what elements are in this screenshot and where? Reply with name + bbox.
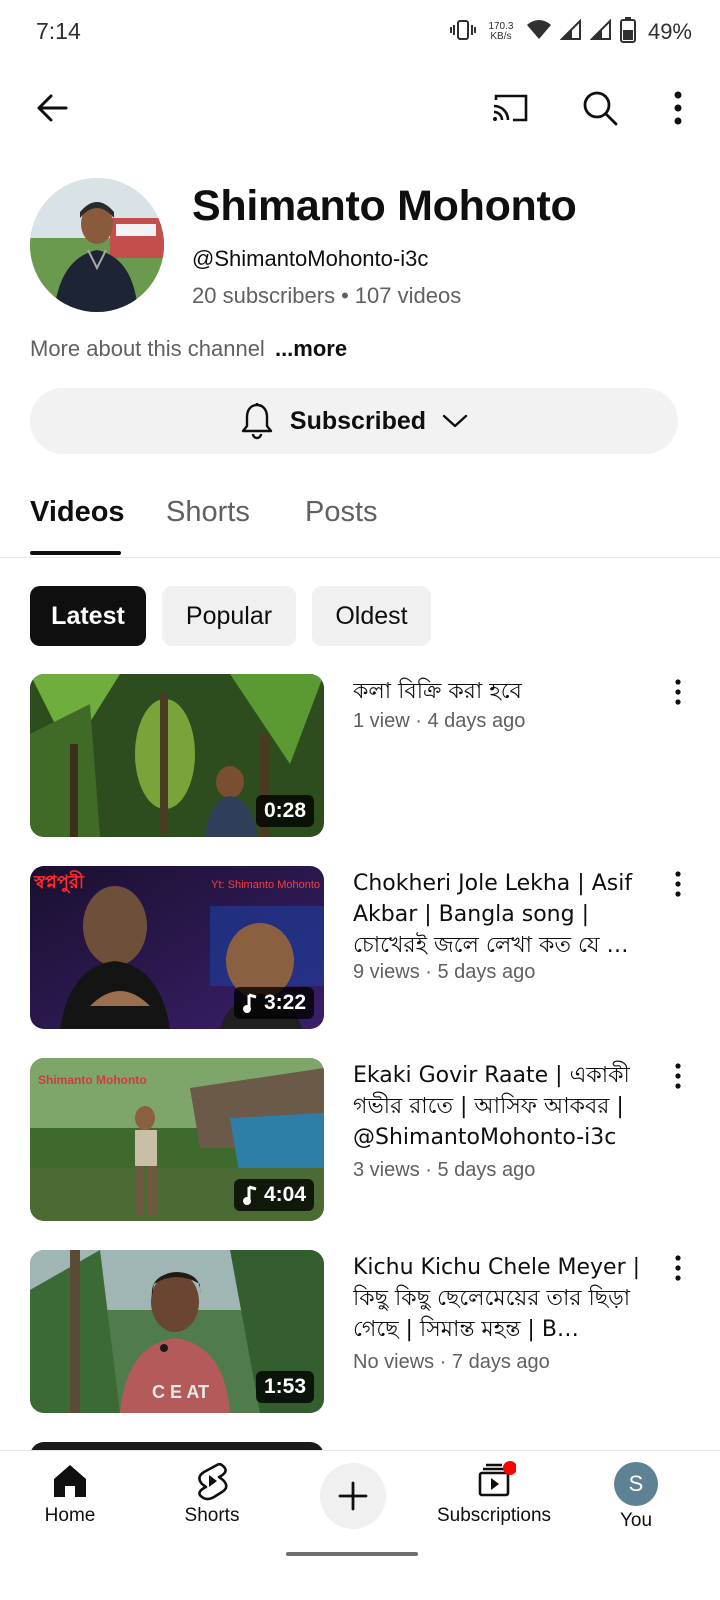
more-options-button[interactable]: [650, 80, 706, 136]
app-bar: [0, 70, 720, 146]
tab-posts[interactable]: Posts: [305, 496, 378, 529]
video-meta: 9 views · 5 days ago: [353, 961, 536, 983]
video-duration: 1:53: [255, 1371, 314, 1403]
nav-subscriptions-label: Subscriptions: [436, 1505, 552, 1526]
bell-icon: [241, 403, 273, 440]
video-meta: 3 views · 5 days ago: [353, 1159, 536, 1181]
thumb-overlay-left: Shimanto Mohonto: [38, 1073, 147, 1087]
gesture-bar[interactable]: [286, 1552, 418, 1556]
more-vert-icon: [675, 871, 681, 897]
stats-separator: •: [341, 283, 349, 308]
video-meta: No views · 7 days ago: [353, 1351, 550, 1373]
more-vert-icon: [675, 1063, 681, 1089]
video-duration: 3:22: [233, 987, 314, 1019]
subscriptions-icon: [478, 1461, 516, 1497]
chevron-down-icon: [442, 414, 468, 428]
video-thumbnail[interactable]: স্বপ্নপুরী Yt: Shimanto Mohonto 3:22: [30, 866, 324, 1029]
video-thumbnail[interactable]: C E AT 1:53: [30, 1250, 324, 1413]
music-note-icon: [242, 993, 257, 1013]
video-title[interactable]: কলা বিক্রি করা হবে: [353, 676, 653, 707]
battery-icon: [619, 16, 636, 48]
nav-shorts[interactable]: Shorts: [142, 1461, 282, 1527]
channel-name: Shimanto Mohonto: [192, 182, 577, 230]
cast-icon: [493, 94, 528, 122]
music-note-icon: [242, 1185, 257, 1205]
video-item[interactable]: 0:28 কলা বিক্রি করা হবে 1 view · 4 days …: [0, 674, 720, 838]
status-bar: 7:14 170.3 KB/s 49%: [0, 0, 720, 64]
channel-handle: @ShimantoMohonto-i3c: [192, 246, 429, 271]
nav-subscriptions[interactable]: Subscriptions: [424, 1461, 564, 1527]
video-more-button[interactable]: [660, 674, 696, 710]
tab-videos[interactable]: Videos: [30, 496, 125, 529]
svg-text:C E AT: C E AT: [152, 1382, 209, 1402]
subscriber-count: 20 subscribers: [192, 283, 336, 308]
video-meta: 1 view · 4 days ago: [353, 710, 526, 732]
cast-button[interactable]: [482, 80, 538, 136]
more-vert-icon: [674, 91, 682, 125]
duration-text: 1:53: [263, 1375, 306, 1398]
create-button[interactable]: [320, 1463, 386, 1529]
tab-shorts[interactable]: Shorts: [166, 496, 250, 529]
battery-percent: 49%: [647, 19, 692, 44]
vibrate-icon: [449, 18, 476, 47]
video-item[interactable]: C E AT 1:53 Kichu Kichu Chele Meyer | কি…: [0, 1250, 720, 1414]
video-duration: 4:04: [233, 1179, 314, 1211]
plus-icon: [338, 1481, 368, 1511]
thumb-overlay-left: স্বপ্নপুরী: [33, 870, 85, 893]
duration-text: 4:04: [263, 1183, 306, 1206]
video-item[interactable]: স্বপ্নপুরী Yt: Shimanto Mohonto 3:22 Cho…: [0, 866, 720, 1030]
subscribed-label: Subscribed: [289, 406, 427, 435]
channel-tabs: Videos Shorts Posts: [0, 484, 720, 558]
nav-home-label: Home: [44, 1505, 96, 1526]
about-text: More about this channel: [30, 336, 265, 361]
chip-latest[interactable]: Latest: [30, 586, 146, 646]
nav-home[interactable]: Home: [0, 1461, 140, 1527]
thumb-overlay-right: Yt: Shimanto Mohonto: [211, 879, 320, 891]
chip-popular[interactable]: Popular: [162, 586, 296, 646]
status-icons: 170.3 KB/s 49%: [449, 16, 692, 48]
back-button[interactable]: [24, 80, 80, 136]
nav-shorts-label: Shorts: [184, 1505, 240, 1526]
nav-you[interactable]: S You: [566, 1461, 706, 1532]
video-title[interactable]: Ekaki Govir Raate | একাকী গভীর রাতে | আস…: [353, 1060, 653, 1153]
you-avatar: S: [614, 1462, 658, 1506]
video-more-button[interactable]: [660, 1250, 696, 1286]
subscribed-button[interactable]: Subscribed: [30, 388, 678, 454]
network-speed: 170.3 KB/s: [484, 22, 518, 42]
nav-you-label: You: [619, 1510, 653, 1531]
about-more-link[interactable]: ...more: [275, 336, 347, 361]
home-icon: [54, 1465, 86, 1497]
video-more-button[interactable]: [660, 866, 696, 902]
video-item[interactable]: Shimanto Mohonto 4:04 Ekaki Govir Raate …: [0, 1058, 720, 1222]
active-tab-indicator: [30, 551, 121, 555]
duration-text: 3:22: [263, 991, 306, 1014]
bottom-navigation: Home Shorts Subscriptions S You: [0, 1450, 720, 1600]
search-icon: [583, 91, 618, 126]
chip-oldest[interactable]: Oldest: [312, 586, 431, 646]
arrow-left-icon: [37, 94, 68, 122]
wifi-icon: [526, 19, 552, 46]
video-duration: 0:28: [255, 795, 314, 827]
channel-avatar[interactable]: [30, 178, 164, 312]
video-thumbnail[interactable]: Shimanto Mohonto 4:04: [30, 1058, 324, 1221]
video-count: 107 videos: [354, 283, 462, 308]
duration-text: 0:28: [263, 799, 306, 822]
signal-icon-2: [589, 18, 612, 46]
net-speed-unit: KB/s: [490, 31, 512, 42]
status-time: 7:14: [36, 18, 81, 44]
channel-stats: 20 subscribers • 107 videos: [192, 283, 461, 309]
channel-about[interactable]: More about this channel ...more: [30, 336, 347, 362]
video-thumbnail[interactable]: 0:28: [30, 674, 324, 837]
video-more-button[interactable]: [660, 1058, 696, 1094]
search-button[interactable]: [572, 80, 628, 136]
shorts-icon: [198, 1462, 228, 1501]
video-title[interactable]: Kichu Kichu Chele Meyer | কিছু কিছু ছেলে…: [353, 1252, 653, 1345]
more-vert-icon: [675, 1255, 681, 1281]
signal-icon: [559, 18, 582, 46]
video-title[interactable]: Chokheri Jole Lekha | Asif Akbar | Bangl…: [353, 868, 653, 961]
more-vert-icon: [675, 679, 681, 705]
